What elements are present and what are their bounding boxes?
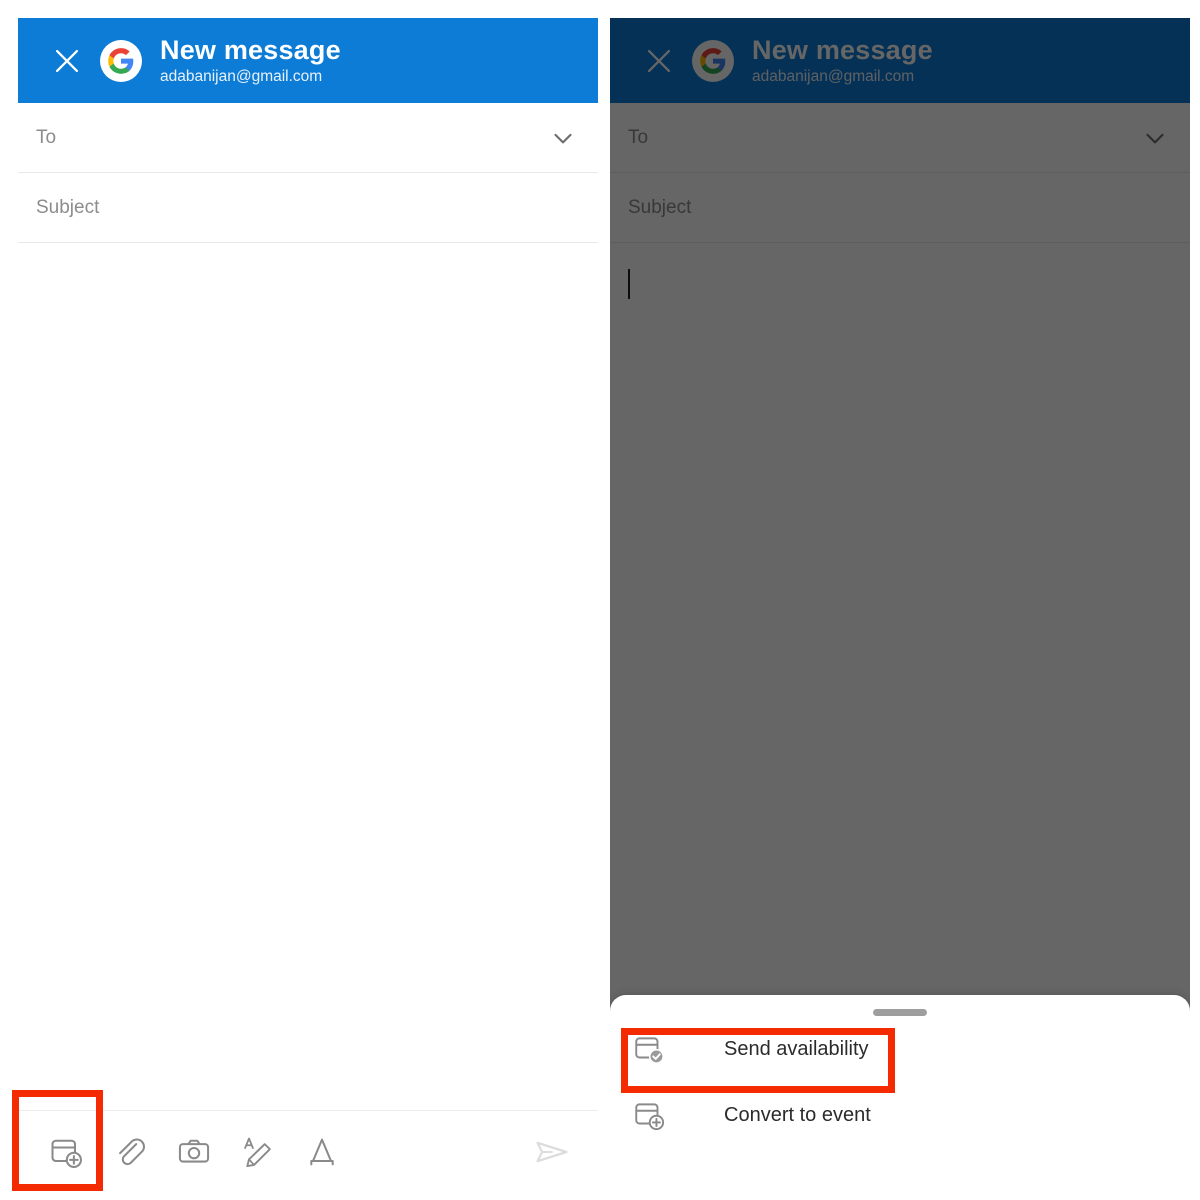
camera-button[interactable] <box>162 1120 226 1184</box>
bottom-sheet-menu: Send availability Convert to event <box>610 995 1190 1192</box>
calendar-add-icon <box>51 1139 82 1168</box>
calendar-add-icon-wrap <box>632 1098 678 1132</box>
chevron-down-icon <box>554 133 572 143</box>
camera-icon <box>178 1139 210 1163</box>
convert-to-event-menu-item[interactable]: Convert to event <box>610 1082 1190 1148</box>
expand-recipients-button[interactable] <box>546 121 580 155</box>
message-body-input[interactable] <box>18 243 598 1192</box>
subject-field[interactable]: Subject <box>18 173 598 243</box>
account-email: adabanijan@gmail.com <box>160 68 323 86</box>
markup-pen-icon <box>244 1137 271 1167</box>
to-field[interactable]: To <box>18 103 598 173</box>
compose-screen-left: New message adabanijan@gmail.com To Subj… <box>18 18 598 1192</box>
attach-file-button[interactable] <box>98 1120 162 1184</box>
send-button[interactable] <box>520 1120 584 1184</box>
compose-header: New message adabanijan@gmail.com <box>18 18 598 103</box>
send-icon <box>536 1141 568 1162</box>
menu-item-label: Send availability <box>724 1037 869 1060</box>
format-text-button[interactable] <box>290 1120 354 1184</box>
google-g-avatar-icon <box>108 47 134 74</box>
close-button[interactable] <box>44 38 90 84</box>
to-field-label: To <box>36 126 57 148</box>
avatar[interactable] <box>100 39 142 82</box>
drag-handle[interactable] <box>873 1009 927 1016</box>
markup-button[interactable] <box>226 1120 290 1184</box>
calendar-check-icon-wrap <box>632 1032 678 1066</box>
paperclip-icon <box>119 1138 145 1165</box>
send-availability-menu-item[interactable]: Send availability <box>610 1016 1190 1082</box>
page-title: New message <box>160 34 341 65</box>
calendar-add-icon <box>635 1103 665 1131</box>
calendar-check-icon <box>635 1037 664 1064</box>
close-icon <box>55 49 79 72</box>
calendar-add-toolbar-button[interactable] <box>34 1120 98 1184</box>
header-text-block: New message adabanijan@gmail.com <box>160 34 341 86</box>
format-text-icon <box>310 1138 334 1165</box>
menu-item-label: Convert to event <box>724 1103 871 1126</box>
subject-field-label: Subject <box>36 196 100 218</box>
compose-toolbar <box>18 1110 598 1192</box>
compose-screen-right: New message adabanijan@gmail.com To Subj… <box>610 18 1190 1192</box>
